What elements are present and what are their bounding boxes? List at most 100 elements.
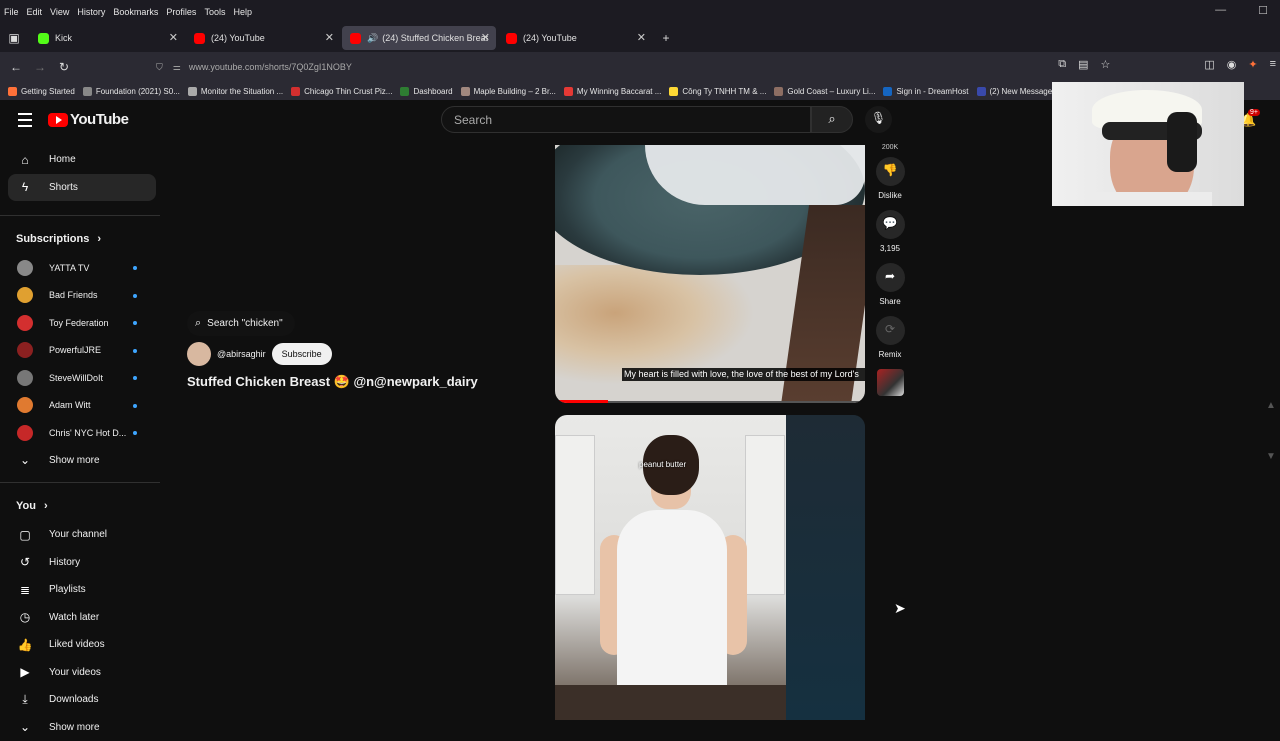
avatar[interactable] [187,342,211,366]
menu-bookmarks[interactable]: Bookmarks [109,7,162,17]
sidebar-item-playlists[interactable]: ≣Playlists [0,576,160,604]
progress-fill[interactable] [555,400,608,403]
sidebar-icon[interactable]: ◫ [1204,58,1214,71]
show-more-button[interactable]: ⌄ Show more [0,447,160,475]
chevron-down-icon[interactable]: ▼ [1266,451,1276,462]
subscription-item[interactable]: Adam Witt [0,392,160,420]
menu-icon[interactable]: ≡ [1270,58,1276,71]
dislike-button[interactable]: 👎 Dislike [873,157,907,200]
bookmark-item[interactable]: Gold Coast – Luxury Li... [774,87,875,96]
bookmark-item[interactable]: Chicago Thin Crust Piz... [291,87,392,96]
bookmark-label: Foundation (2021) S0... [96,87,180,96]
remix-button[interactable]: ⟳ Remix [873,316,907,359]
tab-title: (24) YouTube [211,33,265,43]
channel-name[interactable]: @abirsaghir [217,349,266,359]
speaker-icon[interactable]: 🔊 [367,33,378,44]
permissions-icon[interactable]: ⚌ [173,62,181,73]
next-short-preview[interactable]: peanut butter [555,415,865,720]
voice-search-button[interactable]: 🎙 [865,106,892,133]
kick-icon [38,33,49,44]
tab-stuffed-chicken[interactable]: 🔊 (24) Stuffed Chicken Breast ✕ [342,26,496,50]
menu-history[interactable]: History [73,7,109,17]
bookmark-item[interactable]: Foundation (2021) S0... [83,87,180,96]
chevron-up-icon[interactable]: ▲ [1266,400,1276,411]
subscription-item[interactable]: Chris' NYC Hot D... [0,419,160,447]
bookmark-favicon-icon [188,87,197,96]
short-title[interactable]: Stuffed Chicken Breast 🤩 @n@newpark_dair… [187,374,478,390]
sidebar-item-liked-videos[interactable]: 👍Liked videos [0,631,160,659]
sidebar-item-shorts[interactable]: ϟ Shorts [8,174,156,202]
youtube-logo[interactable]: YouTube [48,111,128,128]
sidebar-item-watch-later[interactable]: ◷Watch later [0,604,160,632]
tab-kick[interactable]: Kick ✕ [30,26,184,50]
sidebar-item-home[interactable]: ⌂ Home [0,146,160,174]
bookmark-item[interactable]: Maple Building – 2 Br... [461,87,556,96]
bookmark-label: Sign in - DreamHost [896,87,968,96]
search-chip-label: Search "chicken" [207,318,282,329]
cabinet-left [555,435,595,595]
bookmark-item[interactable]: My Winning Baccarat ... [564,87,661,96]
close-icon[interactable]: ✕ [637,31,646,44]
close-icon[interactable]: ✕ [325,31,334,44]
subscriptions-header[interactable]: Subscriptions › [0,224,160,254]
sidebar-item-your-channel[interactable]: ▢Your channel [0,521,160,549]
subscription-item[interactable]: Bad Friends [0,282,160,310]
minimize-icon[interactable]: — [1211,4,1230,17]
sidebar-item-history[interactable]: ↺History [0,549,160,577]
sidebar-item-label: Watch later [49,612,99,623]
hamburger-menu-icon[interactable] [18,113,32,131]
account-icon[interactable]: ◉ [1227,58,1237,71]
tab-youtube-2[interactable]: (24) YouTube ✕ [498,26,652,50]
subscription-item[interactable]: Toy Federation [0,309,160,337]
menu-file[interactable]: File [0,7,23,17]
pip-icon[interactable]: ⧉ [1058,58,1066,71]
tab-youtube-1[interactable]: (24) YouTube ✕ [186,26,340,50]
reader-icon[interactable]: ▤ [1078,58,1088,71]
progress-track[interactable] [608,401,865,403]
you-header[interactable]: You › [0,491,160,521]
short-video-player[interactable]: My heart is filled with love, the love o… [555,145,865,403]
reload-icon[interactable]: ↻ [52,60,76,74]
comments-button[interactable]: 💬 3,195 [873,210,907,253]
video-icon: ▶ [17,665,33,679]
search-button[interactable]: ⌕ [811,106,853,133]
menu-edit[interactable]: Edit [23,7,47,17]
extension-icon[interactable]: ✦ [1248,58,1257,71]
bookmark-item[interactable]: (2) New Message! [977,87,1055,96]
share-button[interactable]: ➦ Share [873,263,907,306]
menu-view[interactable]: View [46,7,73,17]
bookmark-item[interactable]: Sign in - DreamHost [883,87,968,96]
bookmark-item[interactable]: Monitor the Situation ... [188,87,283,96]
search-input[interactable]: Search [441,106,811,133]
audio-thumbnail[interactable] [877,369,904,396]
menu-help[interactable]: Help [229,7,256,17]
subscription-item[interactable]: PowerfulJRE [0,337,160,365]
maximize-icon[interactable]: ☐ [1254,4,1272,17]
new-tab-icon[interactable]: + [654,31,678,45]
menu-tools[interactable]: Tools [200,7,229,17]
divider [0,215,160,216]
subscription-item[interactable]: SteveWillDoIt [0,364,160,392]
navigation-arrows[interactable]: ▲ ▼ [1266,400,1276,462]
shield-icon[interactable]: ⛉ [156,62,163,73]
tab-overview-icon[interactable]: ▣ [2,31,26,45]
bookmark-favicon-icon [977,87,986,96]
bookmark-item[interactable]: Công Ty TNHH TM & ... [669,87,766,96]
url-bar[interactable]: ⛉ ⚌ www.youtube.com/shorts/7Q0ZgI1NOBY [156,56,1106,78]
channel-row: @abirsaghir Subscribe [187,341,332,367]
forward-icon[interactable]: → [28,60,52,74]
subscription-item[interactable]: YATTA TV [0,254,160,282]
menu-profiles[interactable]: Profiles [162,7,200,17]
search-chip[interactable]: ⌕ Search "chicken" [187,311,295,336]
subscribe-button[interactable]: Subscribe [272,343,332,365]
url-text[interactable]: www.youtube.com/shorts/7Q0ZgI1NOBY [189,62,352,72]
star-icon[interactable]: ☆ [1100,58,1110,71]
back-icon[interactable]: ← [4,60,28,74]
close-icon[interactable]: ✕ [169,31,178,44]
sidebar-item-downloads[interactable]: ⤓Downloads [0,686,160,714]
close-icon[interactable]: ✕ [481,31,490,44]
sidebar-item-your-videos[interactable]: ▶Your videos [0,659,160,687]
bookmark-item[interactable]: Getting Started [8,87,75,96]
bookmark-item[interactable]: Dashboard [400,87,452,96]
show-more-button-2[interactable]: ⌄ Show more [0,714,160,741]
